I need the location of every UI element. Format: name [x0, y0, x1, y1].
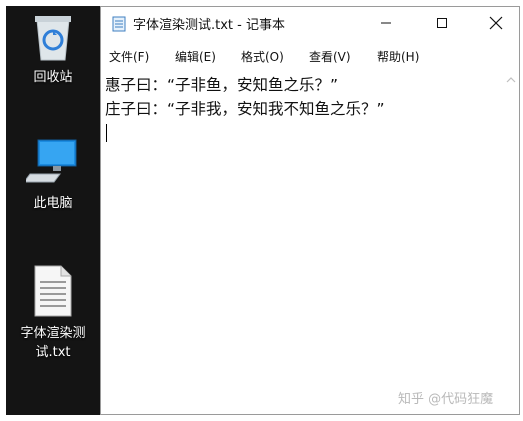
menu-bar: 文件(F) 编辑(E) 格式(O) 查看(V) 帮助(H) — [101, 45, 519, 67]
notepad-window: 字体渲染测试.txt - 记事本 文件(F) 编辑(E) 格式(O) 查看(V)… — [100, 6, 520, 415]
minimize-button[interactable] — [363, 7, 409, 39]
text-file-icon — [34, 265, 72, 317]
recycle-bin-icon — [35, 16, 71, 61]
text-caret — [106, 124, 107, 142]
menu-format[interactable]: 格式(O) — [241, 48, 284, 65]
menu-view[interactable]: 查看(V) — [309, 48, 351, 65]
menu-file[interactable]: 文件(F) — [109, 48, 149, 65]
notepad-app-icon — [112, 16, 126, 32]
recycle-bin-label: 回收站 — [33, 70, 73, 85]
text-line-2: 庄子曰：“子非我，安知我不知鱼之乐？” — [105, 100, 385, 118]
text-file-label-line2: 试.txt — [35, 345, 71, 360]
desktop-item-this-pc[interactable]: 此电脑 — [6, 136, 100, 213]
minimize-icon — [381, 22, 391, 24]
desktop: 回收站 此电脑 字体渲染测 试.txt — [6, 6, 100, 415]
this-pc-label: 此电脑 — [33, 196, 73, 211]
close-button[interactable] — [473, 7, 519, 39]
close-icon — [489, 16, 503, 30]
window-title: 字体渲染测试.txt - 记事本 — [133, 18, 285, 33]
desktop-item-text-file[interactable]: 字体渲染测 试.txt — [6, 264, 100, 362]
desktop-item-recycle-bin[interactable]: 回收站 — [6, 10, 100, 87]
text-editor[interactable]: 惠子曰：“子非鱼，安知鱼之乐？” 庄子曰：“子非我，安知我不知鱼之乐？” — [105, 73, 503, 411]
maximize-button[interactable] — [419, 7, 465, 39]
watermark: 知乎 @代码狂魔 — [398, 392, 494, 407]
menu-edit[interactable]: 编辑(E) — [175, 48, 216, 65]
computer-icon — [26, 139, 77, 183]
scroll-up-arrow-icon[interactable] — [505, 75, 517, 85]
title-bar[interactable]: 字体渲染测试.txt - 记事本 — [101, 7, 519, 39]
text-line-3 — [105, 121, 503, 145]
text-file-label-line1: 字体渲染测 — [20, 326, 86, 341]
menu-help[interactable]: 帮助(H) — [377, 48, 419, 65]
maximize-icon — [437, 18, 447, 28]
text-line-1: 惠子曰：“子非鱼，安知鱼之乐？” — [105, 76, 339, 94]
